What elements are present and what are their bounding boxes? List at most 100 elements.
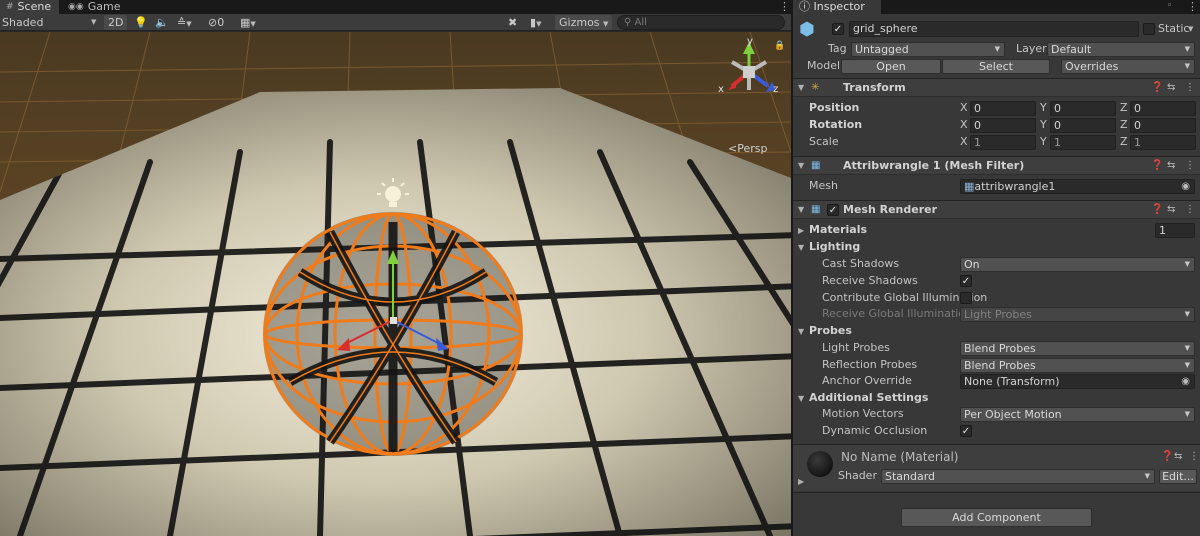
gizmos-dropdown[interactable]: Gizmos ▼ xyxy=(555,15,613,30)
chevron-down-icon: ▼ xyxy=(1184,62,1190,70)
contribute-gi-checkbox[interactable] xyxy=(960,292,972,304)
help-icon[interactable]: ❓ xyxy=(1151,202,1163,218)
help-icon[interactable]: ❓ xyxy=(1151,158,1163,174)
preset-icon[interactable]: ⇆ xyxy=(1167,158,1175,174)
tab-inspector[interactable]: ⓘ Inspector xyxy=(793,0,881,14)
chevron-down-icon: ▼ xyxy=(1184,344,1190,352)
mesh-filter-header[interactable]: ▼ ▦ Attribwrangle 1 (Mesh Filter) ❓ ⇆ ⋮ xyxy=(793,156,1200,175)
mesh-renderer-enabled-checkbox[interactable]: ✓ xyxy=(827,204,839,216)
light-probes-dropdown[interactable]: Blend Probes ▼ xyxy=(960,341,1195,356)
scale-y-field[interactable]: 1 xyxy=(1050,135,1116,150)
lighting-toggle-icon[interactable]: 💡 xyxy=(134,15,148,30)
gizmo-axis-x: x xyxy=(718,84,724,95)
mesh-renderer-title: Mesh Renderer xyxy=(843,203,938,216)
rotation-z-field[interactable]: 0 xyxy=(1130,118,1196,133)
preset-icon[interactable]: ⇆ xyxy=(1174,449,1182,465)
grid-snap-icon[interactable]: ▦▼ xyxy=(240,15,256,30)
scale-x-field[interactable]: 1 xyxy=(970,135,1036,150)
chevron-down-icon[interactable]: ▼ xyxy=(798,243,804,252)
receive-gi-dropdown: Light Probes ▼ xyxy=(960,307,1195,322)
chevron-down-icon[interactable]: ▼ xyxy=(798,327,804,336)
scene-search-input[interactable]: ⚲ All xyxy=(617,15,785,30)
lighting-foldout[interactable]: Lighting xyxy=(809,239,860,255)
position-label: Position xyxy=(809,101,860,114)
light-probes-value: Blend Probes xyxy=(964,342,1036,355)
additional-settings-foldout[interactable]: Additional Settings xyxy=(809,390,928,406)
divider xyxy=(793,492,1200,493)
motion-vectors-dropdown[interactable]: Per Object Motion ▼ xyxy=(960,407,1195,422)
reflection-probes-label: Reflection Probes xyxy=(822,358,918,371)
component-menu-icon[interactable]: ⋮ xyxy=(1185,80,1195,96)
materials-count-field[interactable]: 1 xyxy=(1155,223,1195,238)
chevron-right-icon[interactable]: ▶ xyxy=(798,477,804,486)
probes-foldout[interactable]: Probes xyxy=(809,323,852,339)
tab-inspector-label: Inspector xyxy=(813,0,865,13)
dynamic-occlusion-checkbox[interactable]: ✓ xyxy=(960,425,972,437)
chevron-down-icon[interactable]: ▼ xyxy=(1188,25,1193,33)
receive-shadows-checkbox[interactable]: ✓ xyxy=(960,275,972,287)
tools-icon[interactable]: ✖ xyxy=(508,15,517,30)
shader-dropdown[interactable]: Standard ▼ xyxy=(881,469,1155,484)
add-component-button[interactable]: Add Component xyxy=(901,508,1092,527)
layer-dropdown[interactable]: Default ▼ xyxy=(1047,42,1195,57)
rotation-x-field[interactable]: 0 xyxy=(970,118,1036,133)
reflection-probes-dropdown[interactable]: Blend Probes ▼ xyxy=(960,358,1195,373)
toggle-2d-button[interactable]: 2D xyxy=(104,15,128,30)
position-z-field[interactable]: 0 xyxy=(1130,101,1196,116)
select-button[interactable]: Select xyxy=(942,59,1050,74)
tab-scene[interactable]: # Scene xyxy=(0,0,60,14)
projection-toggle[interactable]: <Persp xyxy=(728,142,767,155)
overrides-dropdown[interactable]: Overrides ▼ xyxy=(1061,59,1195,74)
materials-foldout[interactable]: Materials xyxy=(809,222,867,238)
camera-icon[interactable]: ▮▼ xyxy=(530,15,541,30)
component-menu-icon[interactable]: ⋮ xyxy=(1189,449,1199,465)
chevron-down-icon[interactable]: ▼ xyxy=(798,394,804,403)
component-menu-icon[interactable]: ⋮ xyxy=(1185,202,1195,218)
hidden-objects-toggle[interactable]: ⊘0 xyxy=(208,15,224,30)
mesh-object-field[interactable]: ▦attribwrangle1 ◉ xyxy=(960,179,1195,194)
inspector-menu-icon[interactable]: ⋮ xyxy=(1187,0,1198,13)
scale-z-label: Z xyxy=(1120,135,1128,148)
tab-game[interactable]: ◉◉ Game xyxy=(62,0,128,14)
scale-z-field[interactable]: 1 xyxy=(1130,135,1196,150)
rotation-y-field[interactable]: 0 xyxy=(1050,118,1116,133)
scene-viewport[interactable]: y x z 🔒 <Persp xyxy=(0,32,791,536)
scene-tabbar: # Scene ◉◉ Game ⋮ xyxy=(0,0,791,14)
shader-value: Standard xyxy=(885,470,936,483)
audio-toggle-icon[interactable]: 🔈 xyxy=(155,15,169,30)
open-button[interactable]: Open xyxy=(841,59,941,74)
material-header[interactable]: ▶ No Name (Material) ❓ ⇆ ⋮ Shader Standa… xyxy=(793,445,1200,491)
preset-icon[interactable]: ⇆ xyxy=(1167,202,1175,218)
lock-icon[interactable]: 🔒 xyxy=(774,41,785,51)
active-checkbox[interactable]: ✓ xyxy=(832,23,844,35)
preset-icon[interactable]: ⇆ xyxy=(1167,80,1175,96)
static-checkbox[interactable] xyxy=(1143,23,1155,35)
component-menu-icon[interactable]: ⋮ xyxy=(1185,158,1195,174)
edit-shader-button[interactable]: Edit... xyxy=(1159,469,1197,484)
chevron-down-icon: ▼ xyxy=(798,205,805,214)
lock-icon[interactable]: ◦ xyxy=(1167,0,1172,13)
object-name-field[interactable]: grid_sphere xyxy=(849,21,1139,37)
chevron-down-icon: ▼ xyxy=(1184,260,1190,268)
draw-mode-dropdown[interactable]: Shaded ▼ xyxy=(2,15,98,30)
mesh-renderer-header[interactable]: ▼ ▦ ✓ Mesh Renderer ❓ ⇆ ⋮ xyxy=(793,200,1200,219)
cast-shadows-value: On xyxy=(964,258,980,271)
chevron-right-icon[interactable]: ▶ xyxy=(798,226,804,235)
tag-dropdown[interactable]: Untagged ▼ xyxy=(851,42,1005,57)
mesh-value: attribwrangle1 xyxy=(974,180,1056,193)
position-y-field[interactable]: 0 xyxy=(1050,101,1116,116)
info-icon: ⓘ xyxy=(799,0,810,13)
object-picker-icon[interactable]: ◉ xyxy=(1181,180,1190,193)
help-icon[interactable]: ❓ xyxy=(1161,449,1173,465)
scene-menu-icon[interactable]: ⋮ xyxy=(779,0,790,13)
position-x-field[interactable]: 0 xyxy=(970,101,1036,116)
object-picker-icon[interactable]: ◉ xyxy=(1181,375,1190,388)
transform-header[interactable]: ▼ ✳ Transform ❓ ⇆ ⋮ xyxy=(793,78,1200,97)
effects-dropdown-icon[interactable]: ≙▼ xyxy=(177,15,192,30)
rotation-label: Rotation xyxy=(809,118,863,131)
scene-panel: # Scene ◉◉ Game ⋮ Shaded ▼ 2D 💡 🔈 ≙▼ ⊘0 … xyxy=(0,0,791,536)
gameobject-cube-icon[interactable]: ⬢ xyxy=(799,20,819,42)
help-icon[interactable]: ❓ xyxy=(1151,80,1163,96)
cast-shadows-dropdown[interactable]: On ▼ xyxy=(960,257,1195,272)
anchor-override-field[interactable]: None (Transform) ◉ xyxy=(960,374,1195,389)
